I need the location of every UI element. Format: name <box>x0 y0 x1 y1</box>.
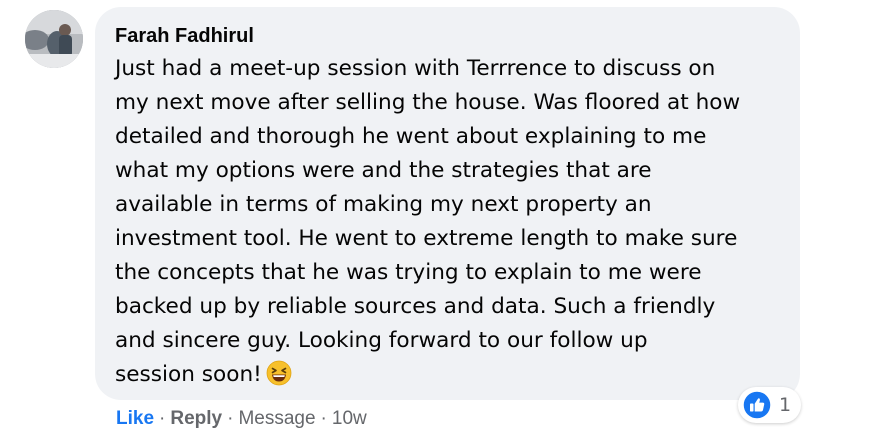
comment-line: and sincere guy. Looking forward to our … <box>115 328 648 353</box>
message-link[interactable]: Message <box>238 408 315 430</box>
avatar[interactable] <box>25 10 83 68</box>
reply-link[interactable]: Reply <box>170 408 222 430</box>
avatar-photo <box>25 10 83 68</box>
comment-line: Just had a meet-up session with Terrrenc… <box>115 56 716 81</box>
comment-line: the concepts that he was trying to expla… <box>115 260 702 285</box>
comment-line: what my options were and the strategies … <box>115 158 652 183</box>
separator-dot: · <box>320 408 327 429</box>
grinning-squinting-face-icon <box>266 360 292 386</box>
comment-line: backed up by reliable sources and data. … <box>115 294 716 319</box>
comment-line: detailed and thorough he went about expl… <box>115 124 707 149</box>
comment-line: my next move after selling the house. Wa… <box>115 90 741 115</box>
comment-line: investment tool. He went to extreme leng… <box>115 226 738 251</box>
timestamp[interactable]: 10w <box>332 408 367 430</box>
reaction-summary[interactable]: 1 <box>738 387 802 423</box>
comment-line: available in terms of making my next pro… <box>115 192 652 217</box>
separator-dot: · <box>159 408 166 429</box>
separator-dot: · <box>227 408 234 429</box>
comment-actions: Like · Reply · Message · 10w <box>116 405 367 433</box>
comment-line: session soon! <box>115 362 262 387</box>
comment-text: Just had a meet-up session with Terrrenc… <box>115 52 785 392</box>
like-link[interactable]: Like <box>116 408 154 430</box>
comment-author[interactable]: Farah Fadhirul <box>115 24 780 48</box>
like-thumb-icon <box>742 390 772 420</box>
comment-bubble: Farah Fadhirul Just had a meet-up sessio… <box>95 7 800 400</box>
reaction-count: 1 <box>779 394 792 416</box>
comment-last-line: session soon! <box>115 358 785 392</box>
